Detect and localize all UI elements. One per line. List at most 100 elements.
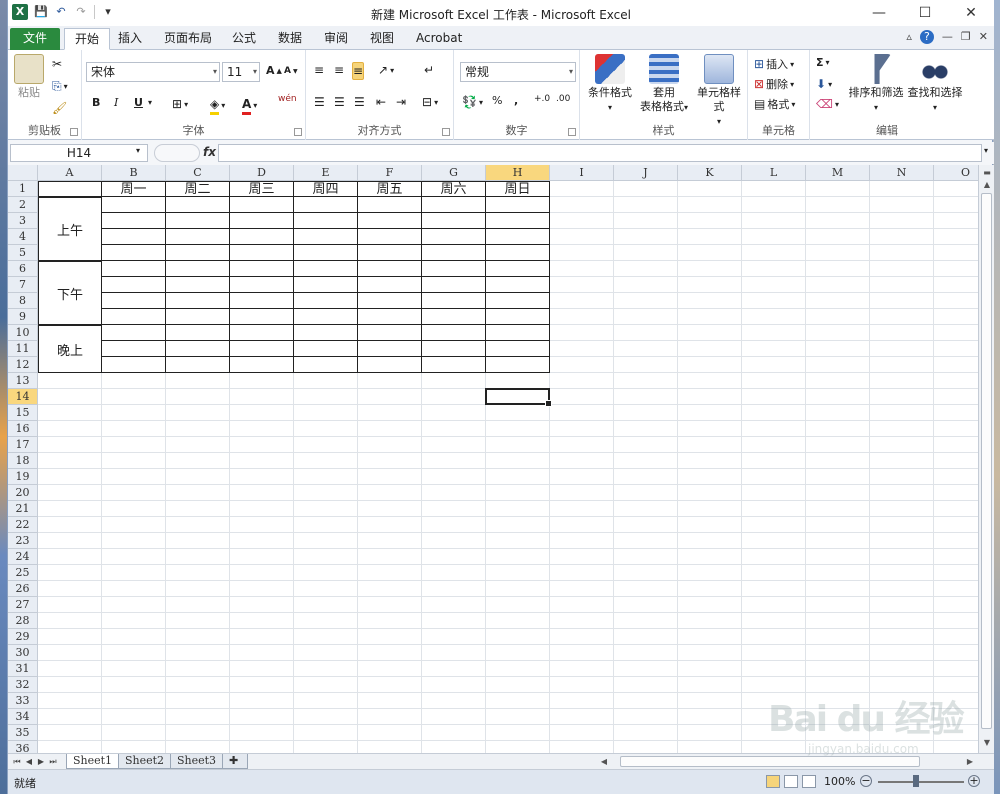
cell-b20[interactable] xyxy=(102,485,166,501)
cell-l14[interactable] xyxy=(742,389,806,405)
delete-cells-button[interactable]: ⊠ 删除 ▾ xyxy=(754,76,794,92)
cell-n3[interactable] xyxy=(870,213,934,229)
cell-a30[interactable] xyxy=(38,645,102,661)
cell-a18[interactable] xyxy=(38,453,102,469)
cell-i16[interactable] xyxy=(550,421,614,437)
cell-n11[interactable] xyxy=(870,341,934,357)
cell-d15[interactable] xyxy=(230,405,294,421)
cell-a26[interactable] xyxy=(38,581,102,597)
cell-d21[interactable] xyxy=(230,501,294,517)
column-header-f[interactable]: F xyxy=(358,165,422,181)
cell-d18[interactable] xyxy=(230,453,294,469)
cell-h7[interactable] xyxy=(486,277,550,293)
cell-l6[interactable] xyxy=(742,261,806,277)
cell-m24[interactable] xyxy=(806,549,870,565)
cell-j33[interactable] xyxy=(614,693,678,709)
cell-k9[interactable] xyxy=(678,309,742,325)
cell-h33[interactable] xyxy=(486,693,550,709)
cell-i17[interactable] xyxy=(550,437,614,453)
cell-b7[interactable] xyxy=(102,277,166,293)
cell-f20[interactable] xyxy=(358,485,422,501)
cell-l13[interactable] xyxy=(742,373,806,389)
cell-d20[interactable] xyxy=(230,485,294,501)
row-header-25[interactable]: 25 xyxy=(8,565,38,581)
cell-o19[interactable] xyxy=(934,469,978,485)
cell-o2[interactable] xyxy=(934,197,978,213)
cell-e7[interactable] xyxy=(294,277,358,293)
row-header-14[interactable]: 14 xyxy=(8,389,38,405)
cell-l9[interactable] xyxy=(742,309,806,325)
cell-k8[interactable] xyxy=(678,293,742,309)
cell-c15[interactable] xyxy=(166,405,230,421)
cell-b15[interactable] xyxy=(102,405,166,421)
row-header-33[interactable]: 33 xyxy=(8,693,38,709)
font-launcher-icon[interactable] xyxy=(294,128,302,136)
column-header-i[interactable]: I xyxy=(550,165,614,181)
cell-d5[interactable] xyxy=(230,245,294,261)
cell-k15[interactable] xyxy=(678,405,742,421)
cell-i34[interactable] xyxy=(550,709,614,725)
cell-i12[interactable] xyxy=(550,357,614,373)
cell-l8[interactable] xyxy=(742,293,806,309)
cell-b29[interactable] xyxy=(102,629,166,645)
cell-h1[interactable]: 周日 xyxy=(486,181,550,197)
cell-c16[interactable] xyxy=(166,421,230,437)
cell-g15[interactable] xyxy=(422,405,486,421)
cell-e10[interactable] xyxy=(294,325,358,341)
period-label-2[interactable]: 下午 xyxy=(38,261,102,325)
cell-f16[interactable] xyxy=(358,421,422,437)
column-header-l[interactable]: L xyxy=(742,165,806,181)
cell-l22[interactable] xyxy=(742,517,806,533)
cell-n20[interactable] xyxy=(870,485,934,501)
cell-k27[interactable] xyxy=(678,597,742,613)
cell-e16[interactable] xyxy=(294,421,358,437)
cell-m29[interactable] xyxy=(806,629,870,645)
shrink-font-icon[interactable]: A ▼ xyxy=(284,66,298,76)
scroll-up-icon[interactable]: ▲ xyxy=(981,179,993,191)
cell-i26[interactable] xyxy=(550,581,614,597)
align-center-icon[interactable]: ☰ xyxy=(334,94,345,110)
cell-h5[interactable] xyxy=(486,245,550,261)
cell-e19[interactable] xyxy=(294,469,358,485)
cell-e31[interactable] xyxy=(294,661,358,677)
cell-n27[interactable] xyxy=(870,597,934,613)
cell-b12[interactable] xyxy=(102,357,166,373)
cell-e18[interactable] xyxy=(294,453,358,469)
copy-icon[interactable]: ⎘ ▾ xyxy=(52,78,68,94)
cell-m28[interactable] xyxy=(806,613,870,629)
column-header-e[interactable]: E xyxy=(294,165,358,181)
cell-j20[interactable] xyxy=(614,485,678,501)
cell-c9[interactable] xyxy=(166,309,230,325)
cell-e5[interactable] xyxy=(294,245,358,261)
cell-f29[interactable] xyxy=(358,629,422,645)
cell-f9[interactable] xyxy=(358,309,422,325)
cell-o11[interactable] xyxy=(934,341,978,357)
grow-font-icon[interactable]: A ▲ xyxy=(266,64,282,77)
cell-g29[interactable] xyxy=(422,629,486,645)
cell-d11[interactable] xyxy=(230,341,294,357)
cell-k34[interactable] xyxy=(678,709,742,725)
cell-h29[interactable] xyxy=(486,629,550,645)
row-header-27[interactable]: 27 xyxy=(8,597,38,613)
font-color-icon[interactable]: A ▾ xyxy=(242,96,257,115)
cell-e29[interactable] xyxy=(294,629,358,645)
cell-d3[interactable] xyxy=(230,213,294,229)
cell-l10[interactable] xyxy=(742,325,806,341)
cell-g22[interactable] xyxy=(422,517,486,533)
cell-d33[interactable] xyxy=(230,693,294,709)
tab-file[interactable]: 文件 xyxy=(10,28,60,50)
cell-c1[interactable]: 周二 xyxy=(166,181,230,197)
cell-f2[interactable] xyxy=(358,197,422,213)
cell-k32[interactable] xyxy=(678,677,742,693)
cell-b36[interactable] xyxy=(102,741,166,753)
cell-e23[interactable] xyxy=(294,533,358,549)
cell-b14[interactable] xyxy=(102,389,166,405)
cell-e28[interactable] xyxy=(294,613,358,629)
cell-styles-button[interactable]: 单元格样式 ▾ xyxy=(692,54,746,129)
minimize-button[interactable]: — xyxy=(856,0,902,26)
cell-b25[interactable] xyxy=(102,565,166,581)
row-header-10[interactable]: 10 xyxy=(8,325,38,341)
cell-d28[interactable] xyxy=(230,613,294,629)
cell-i28[interactable] xyxy=(550,613,614,629)
cell-g33[interactable] xyxy=(422,693,486,709)
